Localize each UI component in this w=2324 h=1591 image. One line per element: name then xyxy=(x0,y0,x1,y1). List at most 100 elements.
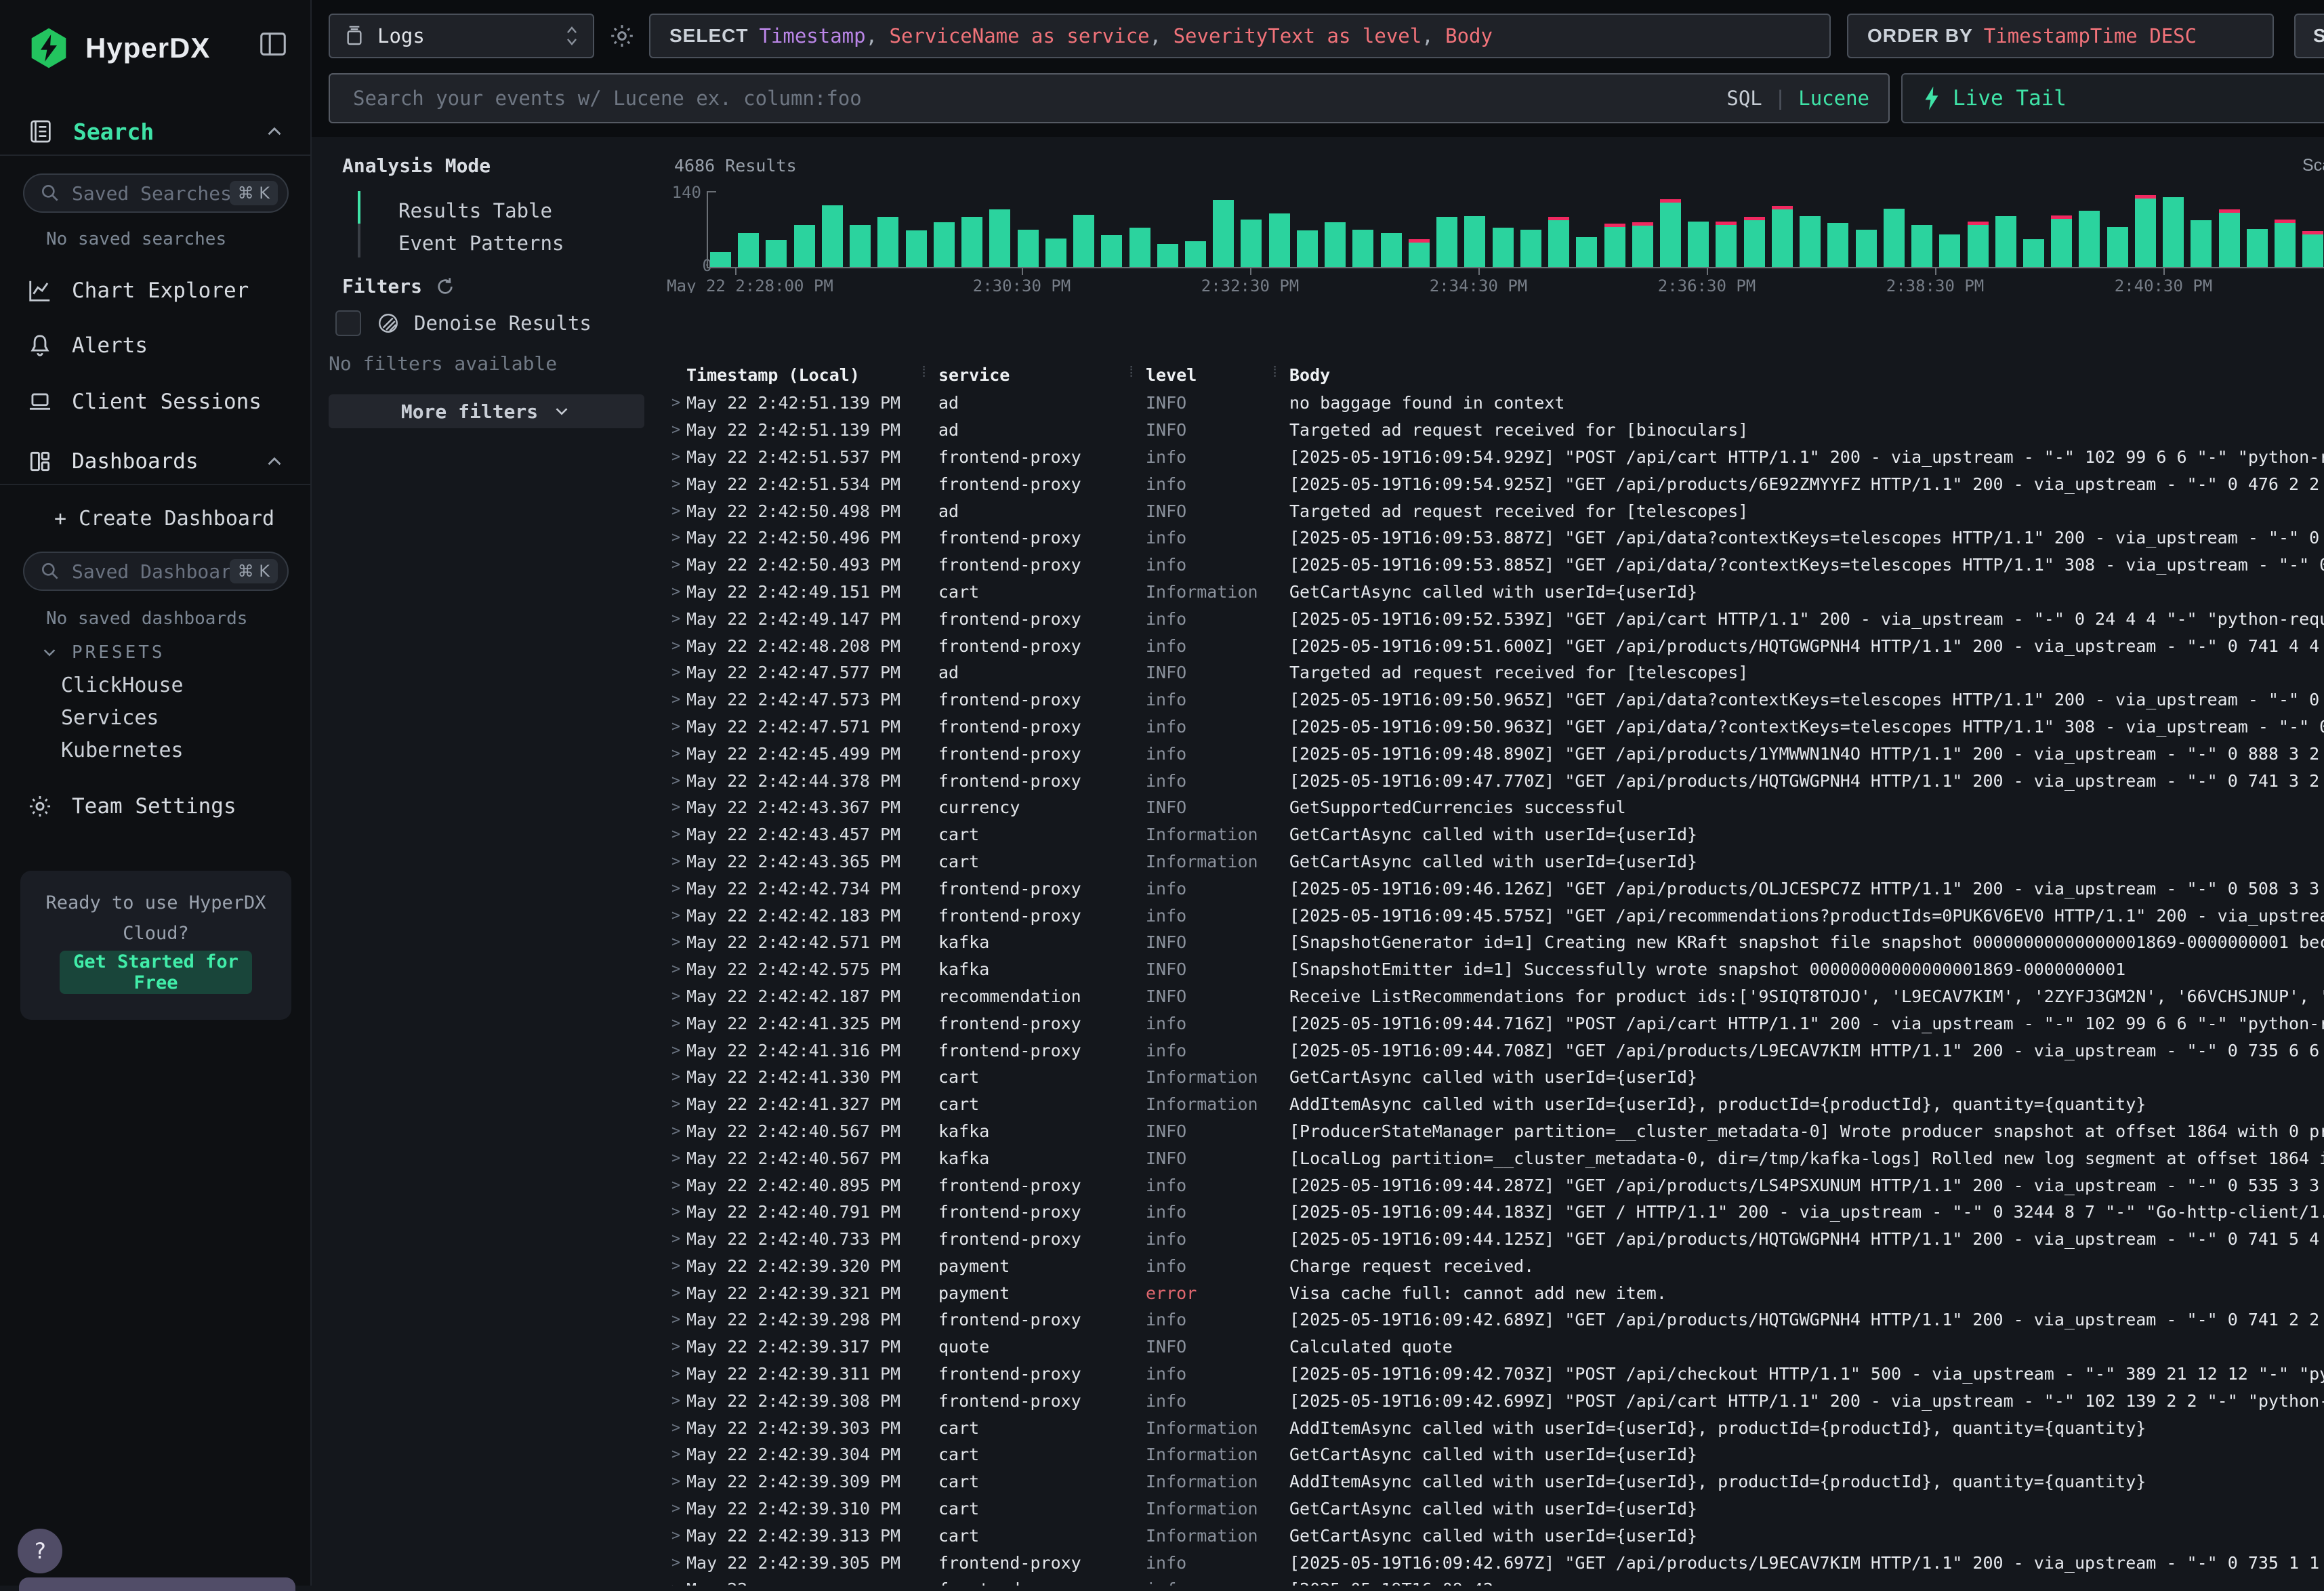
row-expand-chevron[interactable]: > xyxy=(667,934,686,951)
sidebar-item-client-sessions[interactable]: Client Sessions xyxy=(0,380,310,423)
table-row[interactable]: >May 22 2:42:48.208 PMfrontend-proxyinfo… xyxy=(667,632,2324,659)
table-row[interactable]: >May 22 2:42:41.327 PMcartInformationAdd… xyxy=(667,1091,2324,1118)
column-resize-handle[interactable]: ⁞ xyxy=(1127,364,1136,381)
row-expand-chevron[interactable]: > xyxy=(667,799,686,816)
presets-toggle[interactable]: PRESETS xyxy=(39,642,165,663)
row-expand-chevron[interactable]: > xyxy=(667,1338,686,1355)
row-expand-chevron[interactable]: > xyxy=(667,1500,686,1517)
row-expand-chevron[interactable]: > xyxy=(667,1392,686,1409)
sidebar-item-team-settings[interactable]: Team Settings xyxy=(0,785,310,828)
live-tail-button[interactable]: Live Tail xyxy=(1901,73,2324,123)
row-expand-chevron[interactable]: > xyxy=(667,1069,686,1086)
table-row[interactable]: >May 22 2:42:42.575 PMkafkaINFO[Snapshot… xyxy=(667,956,2324,983)
row-expand-chevron[interactable]: > xyxy=(667,1203,686,1220)
row-expand-chevron[interactable]: > xyxy=(667,664,686,681)
table-row[interactable]: >May 22 2:42:39.313 PMcartInformationGet… xyxy=(667,1522,2324,1549)
table-row[interactable]: >May 22 2:42:41.330 PMcartInformationGet… xyxy=(667,1064,2324,1091)
row-expand-chevron[interactable]: > xyxy=(667,853,686,870)
row-expand-chevron[interactable]: > xyxy=(667,1420,686,1437)
row-expand-chevron[interactable]: > xyxy=(667,1581,686,1586)
row-expand-chevron[interactable]: > xyxy=(667,745,686,762)
denoise-checkbox[interactable] xyxy=(335,310,361,336)
row-expand-chevron[interactable]: > xyxy=(667,718,686,735)
table-row[interactable]: >May 22 2:42:40.567 PMkafkaINFO[LocalLog… xyxy=(667,1144,2324,1172)
lucene-mode-toggle[interactable]: Lucene xyxy=(1798,87,1869,110)
row-expand-chevron[interactable]: > xyxy=(667,961,686,978)
row-expand-chevron[interactable]: > xyxy=(667,476,686,493)
row-expand-chevron[interactable]: > xyxy=(667,1554,686,1571)
row-expand-chevron[interactable]: > xyxy=(667,1231,686,1247)
save-button[interactable]: Sa xyxy=(2294,14,2324,58)
select-query-input[interactable]: SELECT Timestamp, ServiceName as service… xyxy=(649,14,1831,58)
table-row[interactable]: >May 22 2:42:42.187 PMrecommendationINFO… xyxy=(667,983,2324,1010)
sidebar-item-chart-explorer[interactable]: Chart Explorer xyxy=(0,269,310,312)
row-expand-chevron[interactable]: > xyxy=(667,1150,686,1167)
row-expand-chevron[interactable]: > xyxy=(667,691,686,708)
row-expand-chevron[interactable]: > xyxy=(667,394,686,411)
lucene-search-input[interactable]: Search your events w/ Lucene ex. column:… xyxy=(329,73,1890,123)
preset-kubernetes[interactable]: Kubernetes xyxy=(61,739,184,762)
table-row[interactable]: >May 22 2:42:40.567 PMkafkaINFO[Producer… xyxy=(667,1118,2324,1145)
events-histogram[interactable]: 140 0 May 22 2:28:00 PM2:30:30 PM2:32:30… xyxy=(667,137,2324,293)
bottom-collapsed-bar[interactable] xyxy=(19,1577,295,1591)
row-expand-chevron[interactable]: > xyxy=(667,826,686,843)
sidebar-item-dashboards[interactable]: Dashboards xyxy=(0,439,310,485)
table-row[interactable]: >May 22 2:42:39.311 PMfrontend-proxyinfo… xyxy=(667,1361,2324,1388)
row-expand-chevron[interactable]: > xyxy=(667,449,686,466)
source-select[interactable]: Logs xyxy=(329,14,594,58)
row-expand-chevron[interactable]: > xyxy=(667,1042,686,1059)
table-row[interactable]: >May 22 2:42:39.320 PMpaymentinfoCharge … xyxy=(667,1253,2324,1280)
row-expand-chevron[interactable]: > xyxy=(667,1527,686,1544)
table-row[interactable]: >May 22 2:42:50.493 PMfrontend-proxyinfo… xyxy=(667,552,2324,579)
table-row[interactable]: >May 22 2:42:51.534 PMfrontend-proxyinfo… xyxy=(667,470,2324,497)
table-row[interactable]: >May 22 2:42:43.365 PMcartInformationGet… xyxy=(667,848,2324,875)
gear-icon[interactable] xyxy=(608,22,636,49)
table-row[interactable]: >May 22 2:42:49.147 PMfrontend-proxyinfo… xyxy=(667,605,2324,632)
table-row[interactable]: >May 22 2:42:39.321 PMpaymenterrorVisa c… xyxy=(667,1279,2324,1306)
table-row[interactable]: >May 22 2:42:39.304 PMcartInformationGet… xyxy=(667,1441,2324,1468)
table-row[interactable]: >May 22 2:42:41.316 PMfrontend-proxyinfo… xyxy=(667,1037,2324,1064)
row-expand-chevron[interactable]: > xyxy=(667,1015,686,1032)
row-expand-chevron[interactable]: > xyxy=(667,1096,686,1113)
row-expand-chevron[interactable]: > xyxy=(667,1365,686,1382)
row-expand-chevron[interactable]: > xyxy=(667,1258,686,1275)
col-timestamp[interactable]: Timestamp (Local) xyxy=(686,365,938,385)
row-expand-chevron[interactable]: > xyxy=(667,907,686,924)
table-row[interactable]: >May 22 2:42:51.537 PMfrontend-proxyinfo… xyxy=(667,444,2324,471)
table-row[interactable]: >May 22 2:42:42.183 PMfrontend-proxyinfo… xyxy=(667,902,2324,929)
help-button[interactable]: ? xyxy=(18,1529,62,1573)
row-expand-chevron[interactable]: > xyxy=(667,638,686,655)
table-row[interactable]: >May 22 2:42:39.308 PMfrontend-proxyinfo… xyxy=(667,1387,2324,1414)
row-expand-chevron[interactable]: > xyxy=(667,611,686,627)
sql-mode-toggle[interactable]: SQL xyxy=(1726,87,1762,110)
preset-clickhouse[interactable]: ClickHouse xyxy=(61,674,184,697)
row-expand-chevron[interactable]: > xyxy=(667,880,686,897)
table-row[interactable]: >May 22 2:42:42.571 PMkafkaINFO[Snapshot… xyxy=(667,929,2324,956)
row-expand-chevron[interactable]: > xyxy=(667,1446,686,1463)
col-body[interactable]: ⁞Body xyxy=(1289,365,2324,385)
table-row[interactable]: >May 22 2:42:39.305 PMfrontend-proxyinfo… xyxy=(667,1549,2324,1576)
create-dashboard-button[interactable]: + Create Dashboard xyxy=(54,507,274,531)
table-row[interactable]: >May 22 2:42:39.309 PMcartInformationAdd… xyxy=(667,1468,2324,1495)
row-expand-chevron[interactable]: > xyxy=(667,1177,686,1194)
column-resize-handle[interactable]: ⁞ xyxy=(1270,364,1279,381)
table-row[interactable]: >May 22 2:42:39.310 PMcartInformationGet… xyxy=(667,1495,2324,1523)
table-row[interactable]: >May 22 2:42:40.791 PMfrontend-proxyinfo… xyxy=(667,1199,2324,1226)
saved-searches-input[interactable]: Saved Searches ⌘ K xyxy=(23,173,289,213)
col-level[interactable]: ⁞level xyxy=(1146,365,1289,385)
table-row[interactable]: >May 22 2:42:40.733 PMfrontend-proxyinfo… xyxy=(667,1226,2324,1253)
table-row[interactable]: >May 22 2:42:43.367 PMcurrencyINFOGetSup… xyxy=(667,794,2324,821)
table-row[interactable]: >May 22 2:42:43.457 PMcartInformationGet… xyxy=(667,821,2324,848)
table-row[interactable]: >May 22 2:42:47.573 PMfrontend-proxyinfo… xyxy=(667,686,2324,714)
sidebar-item-search[interactable]: Search xyxy=(0,107,310,156)
row-expand-chevron[interactable]: > xyxy=(667,772,686,789)
more-filters-button[interactable]: More filters xyxy=(329,394,644,428)
log-table[interactable]: >May 22 2:42:51.139 PMadINFOno baggage f… xyxy=(667,390,2324,1586)
table-row[interactable]: >May 22 2:42:51.139 PMadINFOTargeted ad … xyxy=(667,417,2324,444)
row-expand-chevron[interactable]: > xyxy=(667,503,686,520)
table-row[interactable]: >May 22 2:42:41.325 PMfrontend-proxyinfo… xyxy=(667,1010,2324,1037)
tab-event-patterns[interactable]: Event Patterns xyxy=(398,232,564,255)
row-expand-chevron[interactable]: > xyxy=(667,1285,686,1302)
saved-dashboards-input[interactable]: Saved Dashboards ⌘ K xyxy=(23,552,289,591)
row-expand-chevron[interactable]: > xyxy=(667,583,686,600)
